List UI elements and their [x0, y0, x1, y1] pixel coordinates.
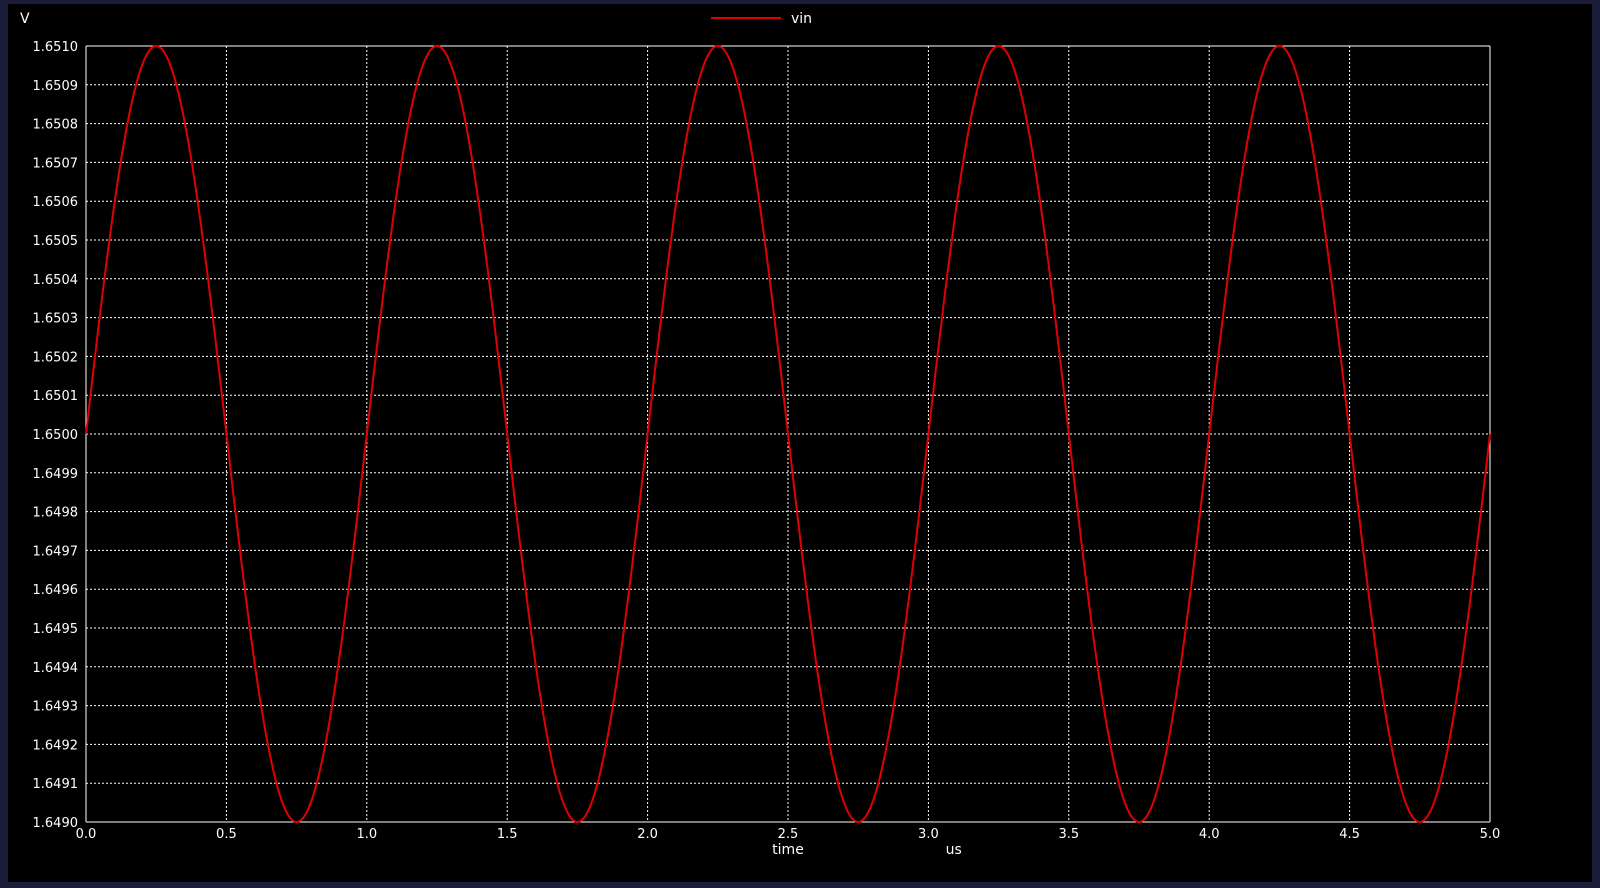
- y-tick-label: 1.6498: [33, 506, 79, 521]
- x-tick-label: 3.5: [1058, 827, 1079, 842]
- y-tick-label: 1.6504: [33, 273, 79, 288]
- y-tick-label: 1.6510: [33, 40, 79, 55]
- y-tick-label: 1.6508: [33, 118, 79, 133]
- x-tick-label: 3.0: [918, 827, 939, 842]
- y-tick-label: 1.6497: [33, 544, 79, 559]
- y-tick-label: 1.6509: [33, 79, 79, 94]
- legend: vin: [711, 11, 812, 27]
- plot-window: 1.6510 1.6509 1.6508 1.6507 1.6506 1.6505 1.65…: [8, 4, 1592, 882]
- x-tick-label: 2.0: [637, 827, 658, 842]
- y-tick-label: 1.6502: [33, 350, 79, 365]
- y-tick-label: 1.6492: [33, 738, 79, 753]
- y-tick-label: 1.6493: [33, 700, 79, 715]
- y-tick-label: 1.6491: [33, 777, 79, 792]
- x-tick-label: 4.5: [1339, 827, 1360, 842]
- y-axis-label: V: [20, 11, 30, 27]
- y-tick-label: 1.6494: [33, 661, 79, 676]
- y-tick-label: 1.6507: [33, 156, 79, 171]
- x-tick-label: 1.5: [497, 827, 518, 842]
- x-axis-label: time: [772, 842, 804, 858]
- y-tick-label: 1.6501: [33, 389, 79, 404]
- y-tick-label: 1.6506: [33, 195, 79, 210]
- x-tick-label: 5.0: [1480, 827, 1501, 842]
- y-tick-label: 1.6499: [33, 467, 79, 482]
- waveform-chart: 1.6510 1.6509 1.6508 1.6507 1.6506 1.6505 1.65…: [20, 11, 1501, 858]
- y-tick-label: 1.6495: [33, 622, 79, 637]
- y-tick-label: 1.6505: [33, 234, 79, 249]
- x-tick-label: 0.5: [216, 827, 237, 842]
- x-tick-label: 1.0: [356, 827, 377, 842]
- x-tick-label: 0.0: [76, 827, 97, 842]
- x-tick-label: 2.5: [778, 827, 799, 842]
- x-axis-unit: us: [946, 842, 962, 858]
- x-tick-labels: 0.0 0.5 1.0 1.5 2.0 2.5 3.0 3.5 4.0 4.5 5.0: [76, 827, 1501, 842]
- y-tick-label: 1.6496: [33, 583, 79, 598]
- legend-label-vin: vin: [791, 11, 812, 27]
- x-tick-label: 4.0: [1199, 827, 1220, 842]
- y-tick-label: 1.6490: [33, 816, 79, 831]
- y-tick-label: 1.6500: [33, 428, 79, 443]
- y-tick-labels: 1.6510 1.6509 1.6508 1.6507 1.6506 1.6505 1.65…: [33, 40, 79, 831]
- y-tick-label: 1.6503: [33, 312, 79, 327]
